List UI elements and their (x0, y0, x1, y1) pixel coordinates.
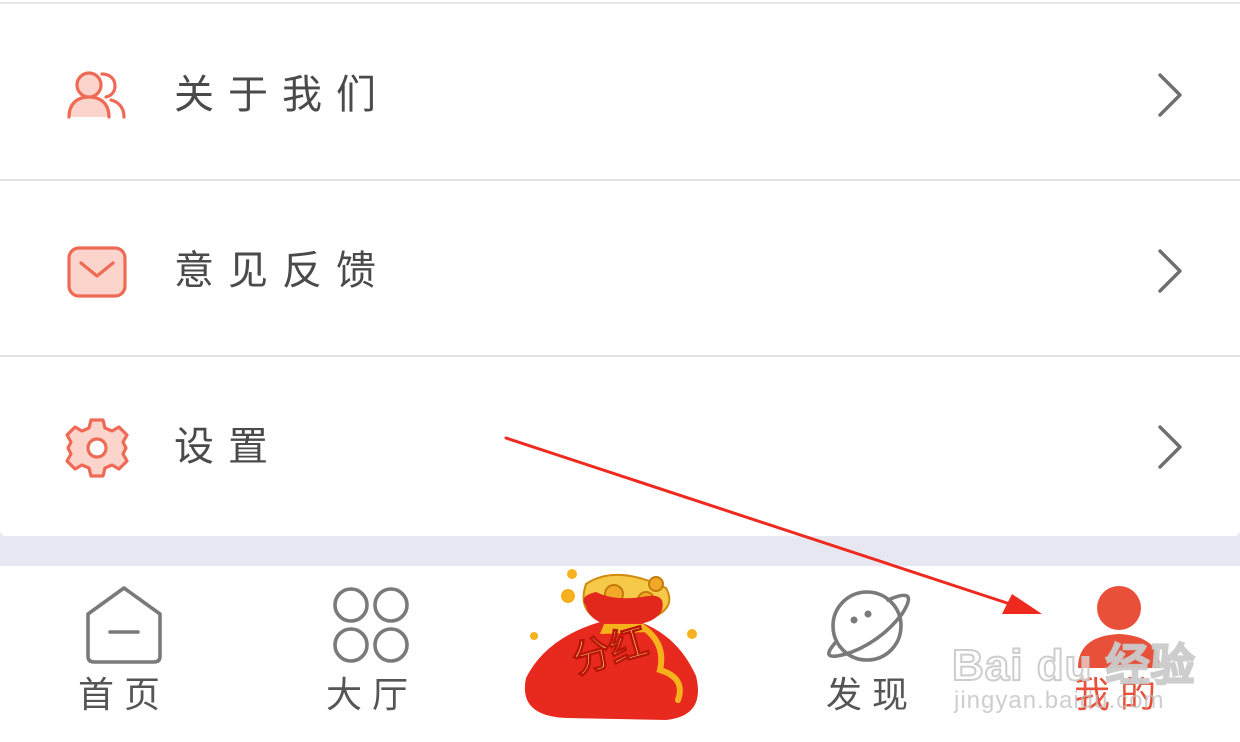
menu-item-about-us[interactable]: 关于我们 (0, 5, 1240, 181)
profile-screen: 关于我们 意见反馈 设置 首页 大厅 分红 发现 我的 Bai du 经验 ji… (0, 0, 1240, 742)
mail-icon (67, 246, 127, 298)
users-icon (67, 71, 126, 119)
menu-item-feedback[interactable]: 意见反馈 (0, 181, 1240, 357)
tab-home[interactable]: 首页 (44, 566, 204, 742)
person-icon (1078, 586, 1160, 668)
top-divider (0, 2, 1240, 4)
menu-item-label: 设置 (174, 424, 282, 470)
tab-mine[interactable]: 我的 (1040, 566, 1200, 742)
gear-icon (65, 418, 129, 478)
tab-label: 大厅 (325, 675, 418, 716)
home-icon (86, 586, 162, 664)
menu-item-label: 意见反馈 (174, 248, 390, 294)
menu-item-settings[interactable]: 设置 (0, 357, 1240, 533)
menu-item-label: 关于我们 (174, 72, 390, 118)
tab-label: 首页 (77, 675, 170, 716)
tab-dividend[interactable]: 分红 (516, 566, 712, 742)
tab-label: 发现 (825, 675, 918, 716)
chevron-right-icon (1158, 249, 1182, 293)
money-bag-icon: 分红 (524, 569, 698, 720)
section-gap (0, 530, 1240, 566)
bottom-tab-bar: 首页 大厅 分红 发现 我的 (0, 566, 1240, 742)
tab-label: 我的 (1073, 675, 1166, 716)
tab-discover[interactable]: 发现 (792, 566, 952, 742)
grid-icon (333, 587, 409, 663)
planet-icon (827, 590, 911, 662)
chevron-right-icon (1158, 73, 1182, 117)
menu-list: 关于我们 意见反馈 设置 (0, 0, 1240, 532)
chevron-right-icon (1158, 425, 1182, 469)
tab-hall[interactable]: 大厅 (292, 566, 452, 742)
